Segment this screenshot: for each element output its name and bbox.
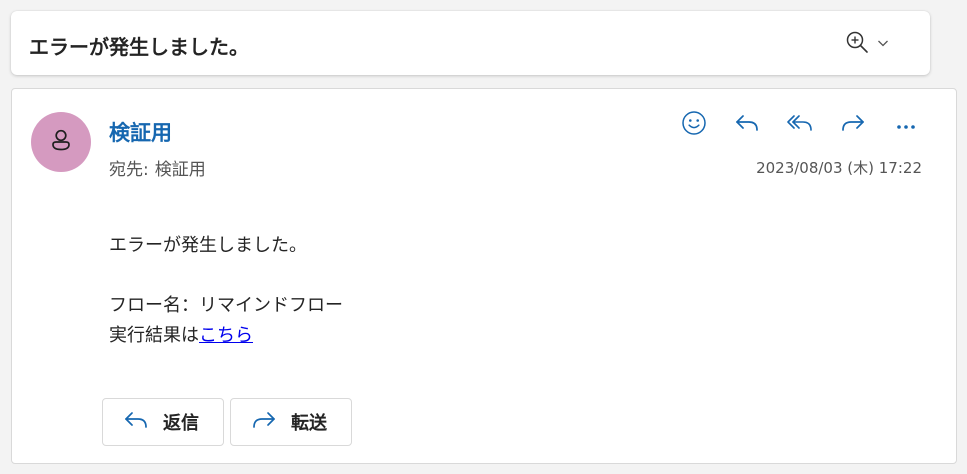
message-actions [676,109,924,141]
subject-bar: エラーが発生しました。 [11,11,930,75]
avatar[interactable] [31,112,91,172]
recipient-name[interactable]: 検証用 [155,160,206,180]
reply-label: 返信 [163,413,199,434]
more-actions-button[interactable] [888,109,924,141]
reply-icon [123,409,149,435]
sender-name[interactable]: 検証用 [109,117,172,147]
zoom-in-icon [845,30,871,56]
zoom-button[interactable] [845,28,909,58]
message-body: エラーが発生しました。 フロー名：リマインドフロー 実行結果はこちら [109,231,343,351]
to-label: 宛先: [109,160,149,180]
body-line: 実行結果はこちら [109,321,343,351]
sent-datetime: 2023/08/03 (木) 17:22 [756,159,922,177]
reply-icon [734,112,760,138]
message-card: 検証用 宛先: 検証用 2023/08/03 (木) 17:22 エラーが発生し… [11,88,957,464]
forward-button[interactable]: 転送 [230,398,352,446]
body-line: エラーが発生しました。 [109,235,307,256]
recipient-line: 宛先: 検証用 [109,155,206,180]
smiley-icon [681,110,707,140]
subject-title: エラーが発生しました。 [29,35,249,59]
result-link[interactable]: こちら [199,325,253,346]
forward-label: 転送 [291,413,327,434]
result-prefix: 実行結果は [109,325,199,346]
reply-all-icon [786,112,814,138]
forward-icon [251,409,277,435]
chevron-down-icon [877,38,889,48]
body-line: フロー名：リマインドフロー [109,295,343,316]
reply-button[interactable]: 返信 [102,398,224,446]
reply-action-button[interactable] [729,109,765,141]
reaction-button[interactable] [676,109,712,141]
forward-icon [840,112,866,138]
forward-action-button[interactable] [835,109,871,141]
more-icon [895,116,917,135]
reply-all-action-button[interactable] [782,109,818,141]
person-icon [48,127,74,157]
